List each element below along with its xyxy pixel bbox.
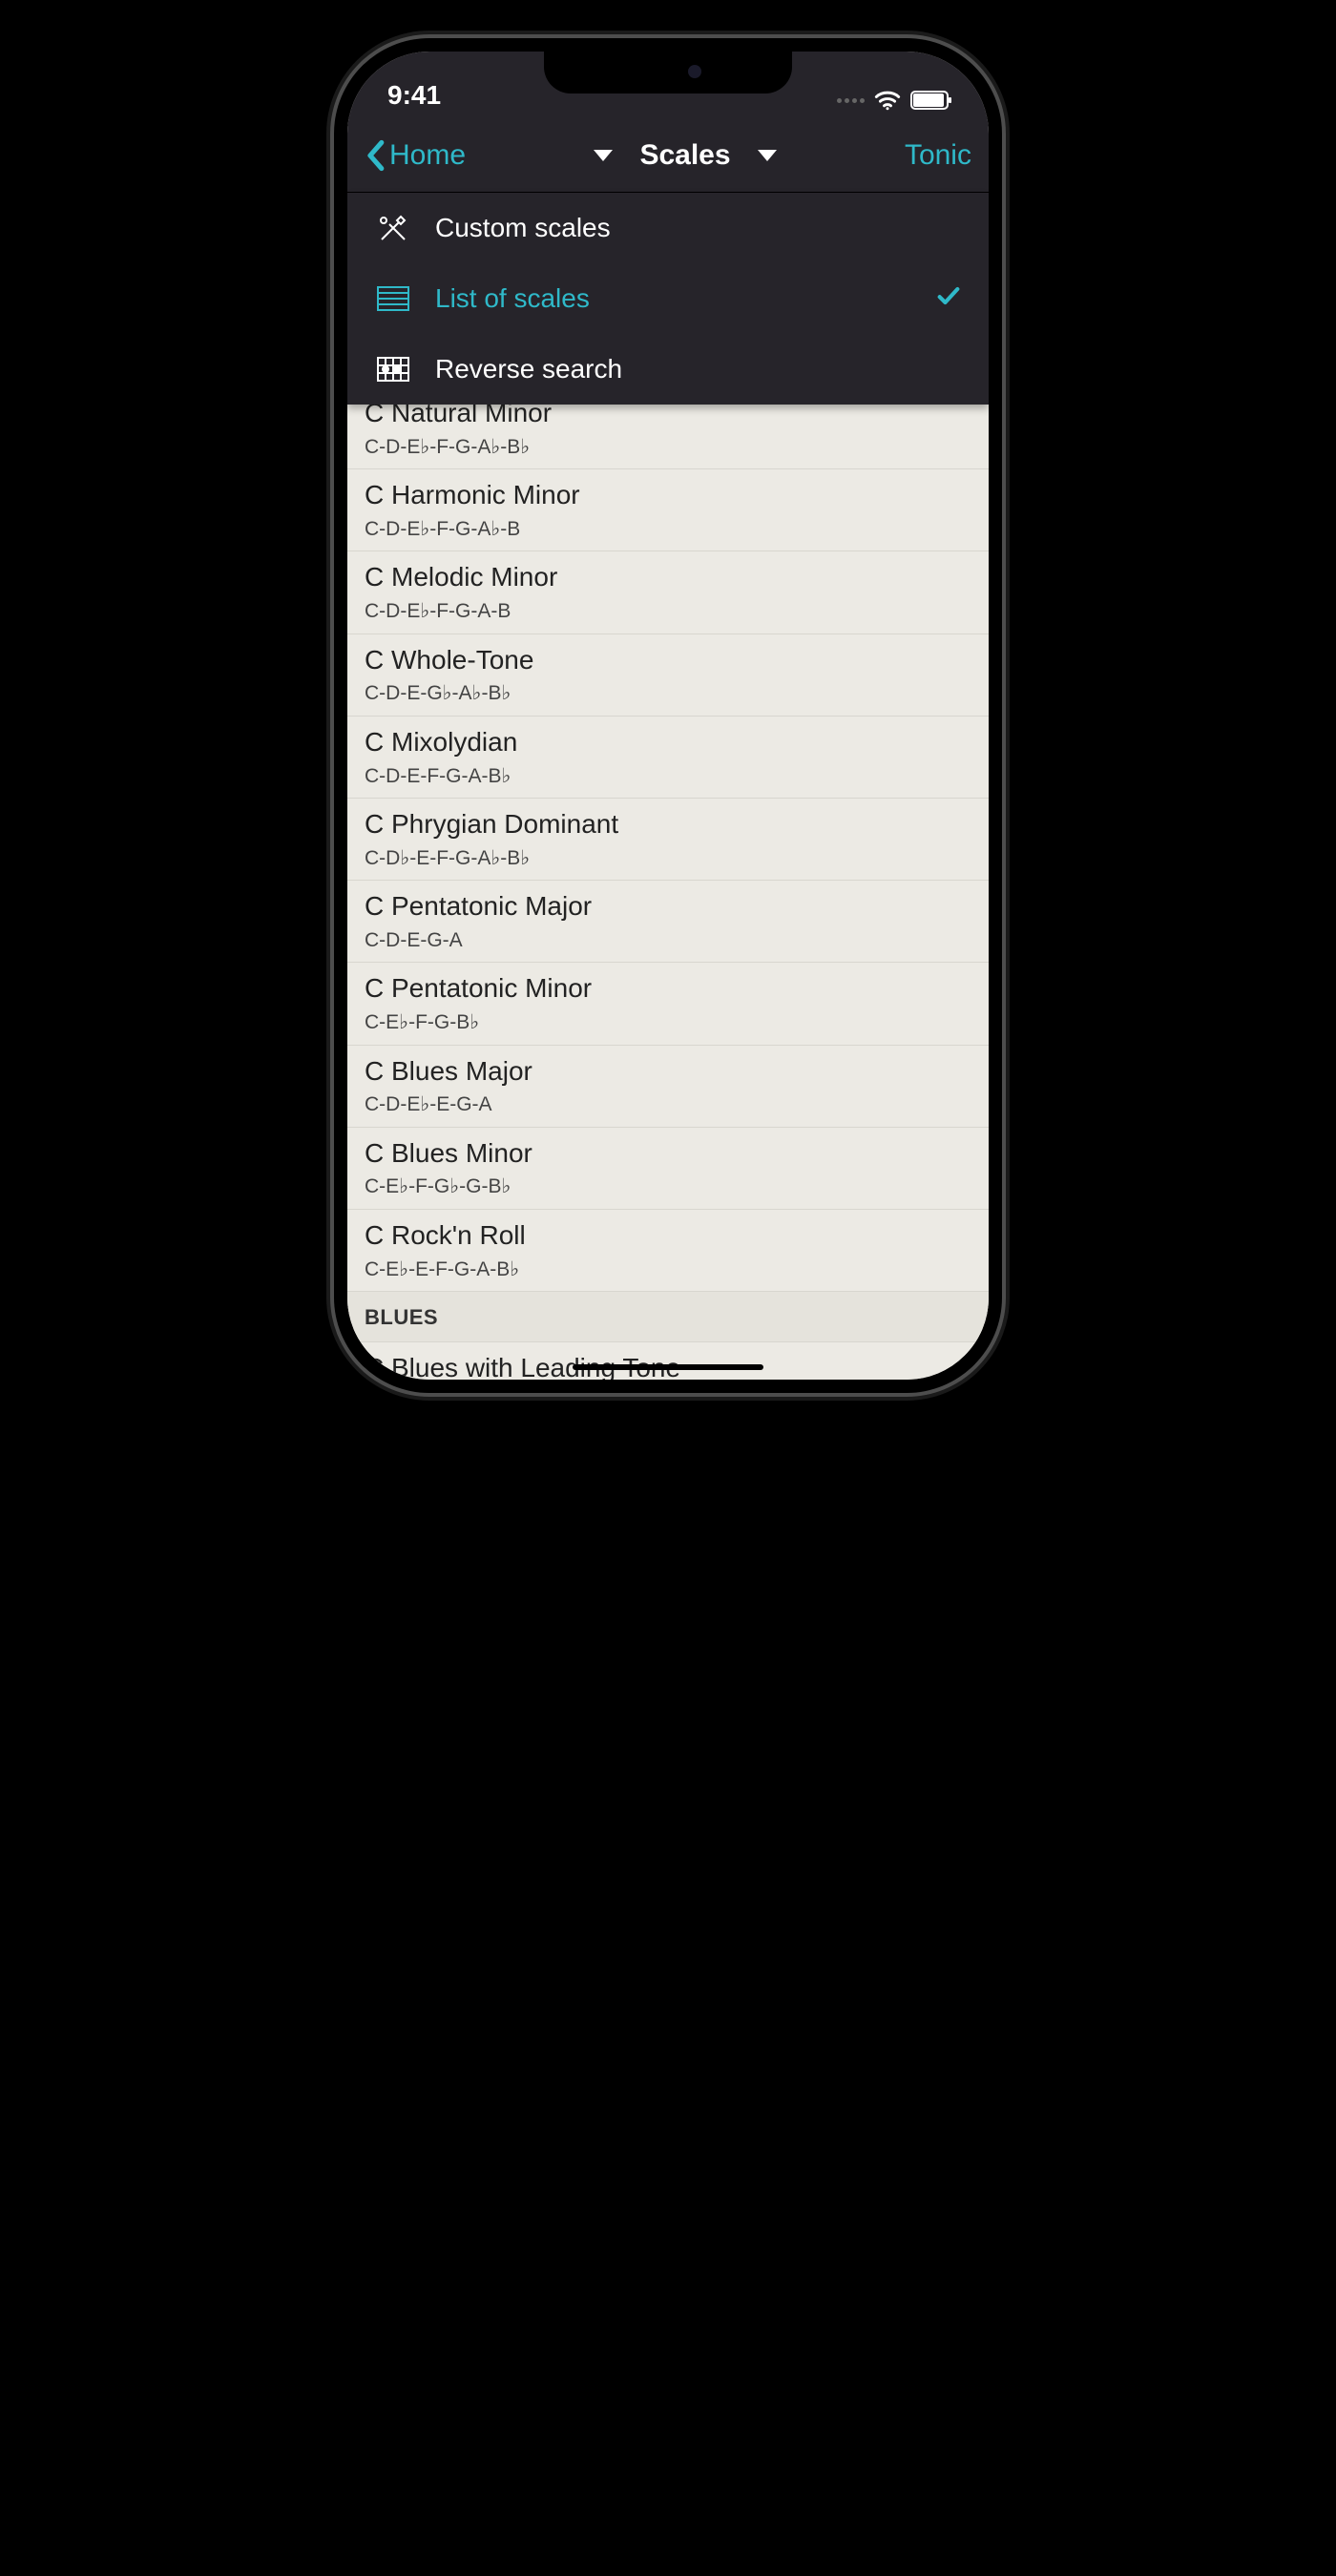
tools-icon xyxy=(370,205,416,251)
scale-name: C Blues Minor xyxy=(365,1135,971,1172)
list-item[interactable]: C Blues with Leading Tone C-E♭-F-G♭-G-B♭… xyxy=(347,1342,989,1380)
page-title: Scales xyxy=(639,139,730,172)
fretboard-icon xyxy=(370,346,416,392)
scale-notes: C-D-E-F-G-A-B♭ xyxy=(365,762,971,790)
battery-icon xyxy=(910,91,949,110)
scale-name: C Natural Minor xyxy=(365,405,971,431)
list-item[interactable]: C Melodic Minor C-D-E♭-F-G-A-B xyxy=(347,551,989,634)
menu-item-list-of-scales[interactable]: List of scales xyxy=(347,263,989,334)
wifi-icon xyxy=(874,90,901,111)
list-item[interactable]: C Natural Minor C-D-E♭-F-G-A♭-B♭ xyxy=(347,405,989,469)
scale-list[interactable]: C Natural Minor C-D-E♭-F-G-A♭-B♭ C Harmo… xyxy=(347,405,989,1380)
list-item[interactable]: C Pentatonic Major C-D-E-G-A xyxy=(347,881,989,963)
list-item[interactable]: C Whole-Tone C-D-E-G♭-A♭-B♭ xyxy=(347,634,989,717)
scale-notes: C-D♭-E-F-G-A♭-B♭ xyxy=(365,844,971,872)
cellular-dots-icon xyxy=(837,98,865,103)
nav-bar: Home Scales Tonic xyxy=(347,118,989,193)
scale-name: C Mixolydian xyxy=(365,724,971,760)
scale-notes: C-E♭-F-G♭-G-B♭ xyxy=(365,1173,971,1200)
scale-name: C Pentatonic Minor xyxy=(365,970,971,1007)
chevron-left-icon xyxy=(365,139,386,172)
menu-label: Custom scales xyxy=(435,213,611,243)
scale-notes: C-D-E♭-F-G-A♭-B♭ xyxy=(365,433,971,461)
scale-name: C Melodic Minor xyxy=(365,559,971,595)
scale-notes: C-D-E-G-A xyxy=(365,926,971,954)
scale-name: C Whole-Tone xyxy=(365,642,971,678)
list-icon xyxy=(370,276,416,322)
phone-frame: 9:41 Home Scales Tonic xyxy=(334,38,1002,1393)
scale-name: C Harmonic Minor xyxy=(365,477,971,513)
back-button[interactable]: Home xyxy=(365,139,466,172)
scale-notes: C-D-E♭-F-G-A♭-B xyxy=(365,515,971,543)
screen: 9:41 Home Scales Tonic xyxy=(347,52,989,1380)
title-dropdown[interactable]: Scales xyxy=(594,139,776,172)
scale-notes: C-E♭-E-F-G-A-B♭ xyxy=(365,1256,971,1283)
list-item[interactable]: C Harmonic Minor C-D-E♭-F-G-A♭-B xyxy=(347,469,989,551)
scale-notes: C-D-E♭-F-G-A-B xyxy=(365,597,971,625)
chevron-down-icon xyxy=(758,150,777,161)
list-item[interactable]: C Pentatonic Minor C-E♭-F-G-B♭ xyxy=(347,963,989,1045)
check-icon xyxy=(935,282,962,316)
scale-name: C Rock'n Roll xyxy=(365,1217,971,1254)
status-right xyxy=(837,90,949,111)
home-indicator[interactable] xyxy=(573,1364,763,1370)
scale-name: C Blues Major xyxy=(365,1053,971,1090)
scale-name: C Pentatonic Major xyxy=(365,888,971,924)
tonic-button[interactable]: Tonic xyxy=(905,139,971,172)
section-header-blues: BLUES xyxy=(347,1292,989,1342)
menu-item-custom-scales[interactable]: Custom scales xyxy=(347,193,989,263)
chevron-down-icon xyxy=(594,150,613,161)
menu-label: Reverse search xyxy=(435,354,622,384)
notch xyxy=(544,52,792,93)
scale-notes: C-E♭-F-G-B♭ xyxy=(365,1008,971,1036)
list-item[interactable]: C Phrygian Dominant C-D♭-E-F-G-A♭-B♭ xyxy=(347,799,989,881)
scale-notes: C-D-E-G♭-A♭-B♭ xyxy=(365,679,971,707)
scale-notes: C-D-E♭-E-G-A xyxy=(365,1091,971,1118)
menu-item-reverse-search[interactable]: Reverse search xyxy=(347,334,989,405)
back-label: Home xyxy=(389,139,466,172)
scale-name: C Phrygian Dominant xyxy=(365,806,971,842)
list-item[interactable]: C Blues Minor C-E♭-F-G♭-G-B♭ xyxy=(347,1128,989,1210)
list-item[interactable]: C Blues Major C-D-E♭-E-G-A xyxy=(347,1046,989,1128)
status-time: 9:41 xyxy=(387,80,441,111)
list-item[interactable]: C Mixolydian C-D-E-F-G-A-B♭ xyxy=(347,717,989,799)
dropdown-menu: Custom scales List of scales xyxy=(347,193,989,405)
menu-label: List of scales xyxy=(435,283,590,314)
list-item[interactable]: C Rock'n Roll C-E♭-E-F-G-A-B♭ xyxy=(347,1210,989,1292)
